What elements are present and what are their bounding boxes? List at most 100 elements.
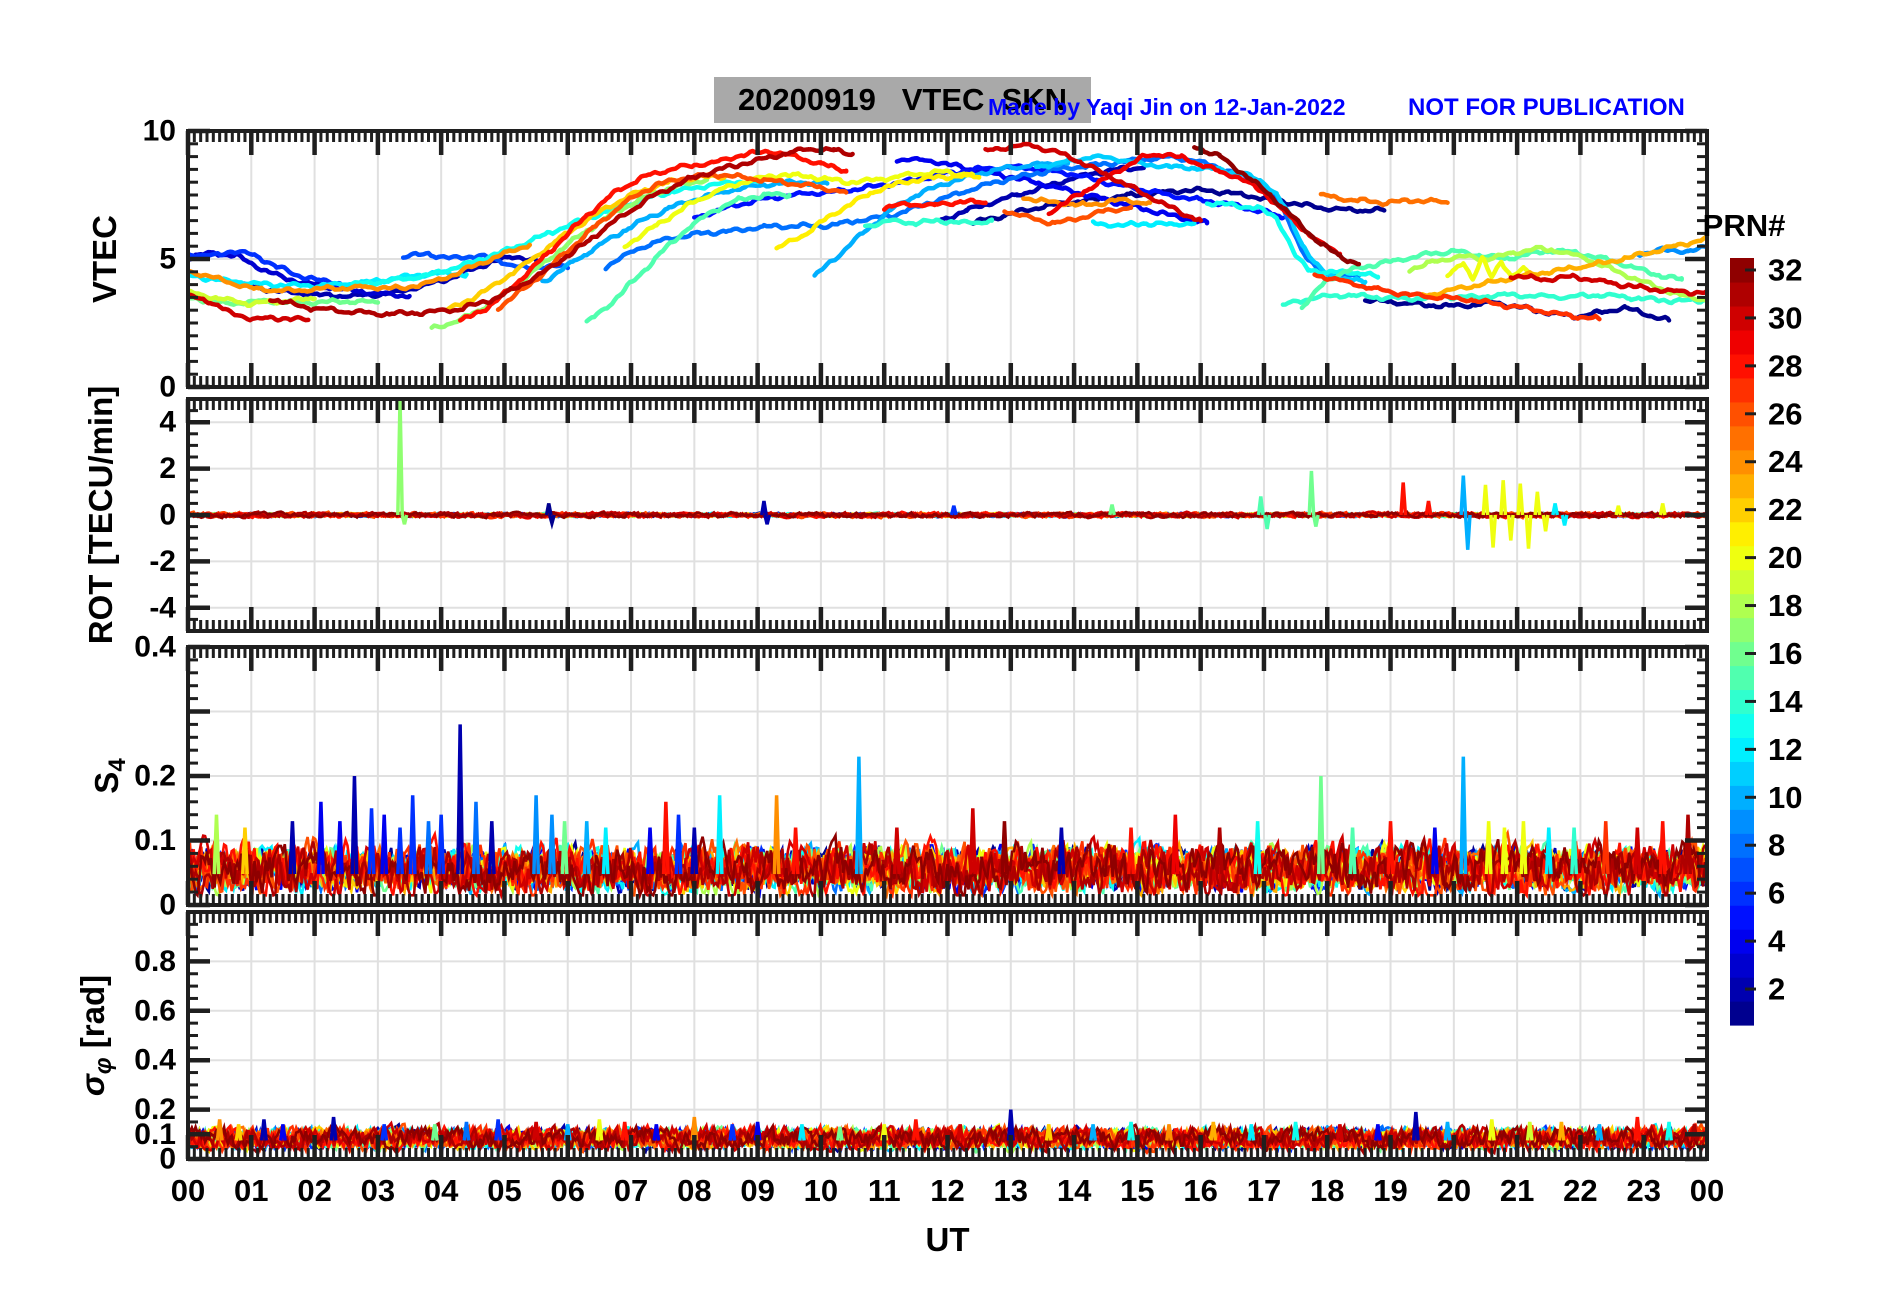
- xtick-label: 21: [1500, 1173, 1534, 1208]
- vtec-arc-prn-12: [1090, 219, 1197, 229]
- rot-spike-prn-20: [1516, 483, 1525, 516]
- rot-spike-prn-15: [1256, 496, 1265, 516]
- xtick-label: 07: [614, 1173, 648, 1208]
- rot-spike-prn-20: [1524, 514, 1533, 549]
- xtick-label: 15: [1120, 1173, 1154, 1208]
- colorbar-block-prn-13: [1730, 713, 1754, 738]
- s4-ytick-label: 0: [159, 889, 176, 922]
- xtick-label: 13: [994, 1173, 1028, 1208]
- colorbar-tick-label: 2: [1768, 972, 1785, 1007]
- colorbar-block-prn-23: [1730, 473, 1754, 499]
- xtick-label: 19: [1373, 1173, 1407, 1208]
- rot-ytick-label: 2: [159, 452, 176, 485]
- rot-spike-prn-20: [1489, 514, 1498, 548]
- xtick-label: 11: [868, 1173, 901, 1208]
- colorbar-block-prn-11: [1730, 761, 1754, 786]
- xtick-label: 08: [677, 1173, 711, 1208]
- colorbar-block-prn-3: [1730, 953, 1754, 978]
- xtick-label: 18: [1310, 1173, 1344, 1208]
- colorbar-tick-label: 20: [1768, 540, 1802, 575]
- rot-ytick-label: 4: [159, 406, 176, 439]
- sigma_phi-ytick-label: 0.8: [134, 945, 176, 978]
- panel-rot: -4 -2 0 2 4 ROT [TECU/min]: [82, 386, 1709, 644]
- colorbar-title: PRN#: [1703, 208, 1786, 243]
- rot-spike-prn-10: [1459, 475, 1468, 516]
- xtick-label: 20: [1437, 1173, 1471, 1208]
- x-axis-label: UT: [926, 1221, 970, 1258]
- colorbar-tick-label: 28: [1768, 348, 1802, 383]
- xtick-label: 12: [930, 1173, 964, 1208]
- xtick-label: 10: [804, 1173, 838, 1208]
- vtec-ytick-label: 0: [159, 371, 176, 404]
- colorbar: 2468101214161820222426283032PRN#: [1703, 208, 1803, 1026]
- colorbar-tick-label: 18: [1768, 588, 1802, 623]
- colorbar-block-prn-31: [1730, 281, 1754, 307]
- colorbar-block-prn-29: [1730, 329, 1754, 355]
- colorbar-tick-label: 30: [1768, 300, 1802, 335]
- vtec-arc-prn-25: [1318, 191, 1450, 208]
- watermark-warning: NOT FOR PUBLICATION: [1408, 94, 1685, 121]
- colorbar-tick-label: 6: [1768, 876, 1785, 911]
- xtick-label: 05: [487, 1173, 521, 1208]
- plot-svg: 0510VTEC-4-2024ROT [TECU/min]00.10.20.4S…: [74, 115, 1803, 1259]
- sigma_phi-ytick-label: 0.6: [134, 994, 176, 1027]
- colorbar-tick-label: 10: [1768, 780, 1802, 815]
- colorbar-tick-label: 22: [1768, 492, 1802, 527]
- rot-ytick-label: 0: [159, 499, 176, 532]
- rot-spike-prn-20: [1506, 514, 1515, 541]
- rot-ytick-label: -4: [149, 591, 176, 624]
- rot-spike-prn-10: [1463, 514, 1472, 550]
- xtick-label: 06: [551, 1173, 585, 1208]
- rot-spike-prn-28: [1399, 482, 1408, 516]
- colorbar-block-prn-21: [1730, 521, 1754, 547]
- colorbar-tick-label: 4: [1768, 924, 1786, 959]
- rot-spike-prn-16: [1307, 470, 1316, 516]
- colorbar-block-prn-15: [1730, 665, 1754, 691]
- s4-ytick-label: 0.1: [134, 824, 176, 857]
- colorbar-block-prn-7: [1730, 857, 1754, 882]
- rot-spike-prn-20: [1499, 480, 1508, 516]
- watermark-credit: Made by Yaqi Jin on 12-Jan-2022: [988, 94, 1346, 120]
- s4-ylabel: S4: [88, 758, 131, 794]
- sigma_phi-ytick-label: 0.4: [134, 1044, 176, 1077]
- colorbar-block-prn-27: [1730, 377, 1754, 403]
- panel-vtec: 0 5 10 VTEC: [86, 115, 1709, 404]
- panel-s4: 0 0.1 0.2 0.4 S4: [88, 631, 1709, 922]
- colorbar-block-prn-1: [1730, 1001, 1754, 1026]
- xtick-label: 09: [740, 1173, 774, 1208]
- vtec-ytick-label: 5: [159, 243, 176, 276]
- xtick-label: 22: [1563, 1173, 1597, 1208]
- panel-sigma_phi: 00.10.20.40.60.8σφ [rad]: [74, 910, 1709, 1176]
- rot-spike-prn-17: [396, 399, 404, 516]
- colorbar-tick-label: 32: [1768, 252, 1802, 287]
- colorbar-block-prn-17: [1730, 617, 1754, 643]
- s4-ytick-label: 0.4: [134, 631, 176, 664]
- rot-spike-prn-20: [1481, 484, 1490, 516]
- xtick-label: 16: [1183, 1173, 1217, 1208]
- colorbar-tick-label: 24: [1768, 444, 1803, 479]
- xtick-label: 04: [424, 1173, 459, 1208]
- colorbar-tick-label: 16: [1768, 636, 1802, 671]
- figure: 0 5 10 VTEC -4 -2 0 2 4 ROT [TECU/min] 0 0.1 0.2 0.4 S…: [0, 0, 1902, 1292]
- colorbar-block-prn-19: [1730, 569, 1754, 595]
- rot-ytick-label: -2: [149, 545, 176, 578]
- xtick-label: 00: [171, 1173, 205, 1208]
- rot-spike-prn-20: [1533, 491, 1542, 516]
- colorbar-block-prn-9: [1730, 809, 1754, 834]
- xtick-label: 03: [361, 1173, 395, 1208]
- vtec-ylabel: VTEC: [86, 215, 123, 303]
- xtick-label: 01: [234, 1173, 268, 1208]
- xtick-label: 00: [1690, 1173, 1724, 1208]
- colorbar-tick-label: 14: [1768, 684, 1803, 719]
- sigma_phi-ylabel: σφ [rad]: [74, 975, 117, 1096]
- colorbar-tick-label: 8: [1768, 828, 1785, 863]
- xtick-label: 14: [1057, 1173, 1092, 1208]
- rot-ylabel: ROT [TECU/min]: [82, 386, 119, 644]
- colorbar-tick-label: 26: [1768, 396, 1802, 431]
- xtick-label: 23: [1626, 1173, 1660, 1208]
- xtick-label: 02: [297, 1173, 331, 1208]
- xtick-label: 17: [1247, 1173, 1281, 1208]
- s4-ytick-label: 0.2: [134, 760, 176, 793]
- vtec-ytick-label: 10: [143, 115, 176, 148]
- colorbar-tick-label: 12: [1768, 732, 1802, 767]
